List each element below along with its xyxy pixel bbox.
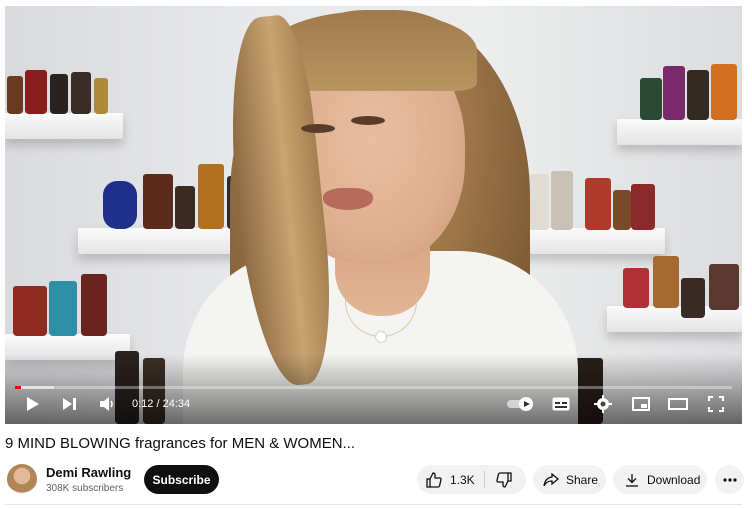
channel-avatar[interactable] bbox=[7, 464, 37, 494]
skip-next-icon bbox=[63, 398, 76, 410]
autoplay-toggle[interactable] bbox=[505, 394, 537, 414]
shelf bbox=[617, 119, 742, 145]
share-button[interactable]: Share bbox=[533, 465, 606, 494]
download-label: Download bbox=[647, 472, 701, 487]
more-actions-button[interactable] bbox=[715, 465, 744, 494]
fullscreen-button[interactable] bbox=[705, 394, 727, 414]
video-title: 9 MIND BLOWING fragrances for MEN & WOME… bbox=[5, 435, 356, 452]
gear-icon bbox=[594, 395, 612, 413]
dislike-button[interactable] bbox=[484, 471, 512, 488]
like-divider bbox=[484, 471, 485, 488]
play-button[interactable] bbox=[23, 394, 43, 414]
share-icon bbox=[543, 472, 559, 486]
progress-played bbox=[15, 386, 21, 389]
thumbs-down-icon bbox=[496, 471, 512, 488]
theater-mode-button[interactable] bbox=[665, 394, 691, 414]
thumbs-up-icon bbox=[426, 471, 442, 488]
channel-name[interactable]: Demi Rawling bbox=[46, 465, 131, 480]
subtitles-icon bbox=[552, 397, 570, 411]
progress-buffered bbox=[15, 386, 55, 389]
fullscreen-icon bbox=[708, 396, 724, 412]
time-display: 0:12 / 24:34 bbox=[132, 398, 191, 410]
progress-bar[interactable] bbox=[15, 386, 732, 389]
subscribe-button[interactable]: Subscribe bbox=[144, 465, 219, 494]
play-icon bbox=[27, 397, 39, 411]
section-divider bbox=[5, 504, 742, 505]
miniplayer-button[interactable] bbox=[630, 394, 652, 414]
volume-icon bbox=[100, 397, 113, 411]
subscriber-count: 308K subscribers bbox=[46, 483, 124, 494]
download-icon bbox=[626, 473, 638, 487]
next-button[interactable] bbox=[60, 394, 80, 414]
like-dislike-group: 1.3K bbox=[417, 465, 526, 494]
volume-button[interactable] bbox=[96, 394, 118, 414]
settings-button[interactable] bbox=[592, 394, 614, 414]
more-horizontal-icon bbox=[722, 477, 737, 482]
share-label: Share bbox=[566, 472, 599, 487]
shelf bbox=[5, 113, 123, 139]
download-button[interactable]: Download bbox=[613, 465, 707, 494]
autoplay-toggle-icon bbox=[507, 397, 533, 411]
theater-mode-icon bbox=[668, 398, 688, 410]
video-player[interactable]: 0:12 / 24:34 bbox=[5, 6, 742, 424]
miniplayer-icon bbox=[632, 397, 650, 411]
subtitles-button[interactable] bbox=[550, 394, 572, 414]
like-button[interactable]: 1.3K bbox=[417, 471, 484, 488]
like-count: 1.3K bbox=[450, 472, 475, 487]
